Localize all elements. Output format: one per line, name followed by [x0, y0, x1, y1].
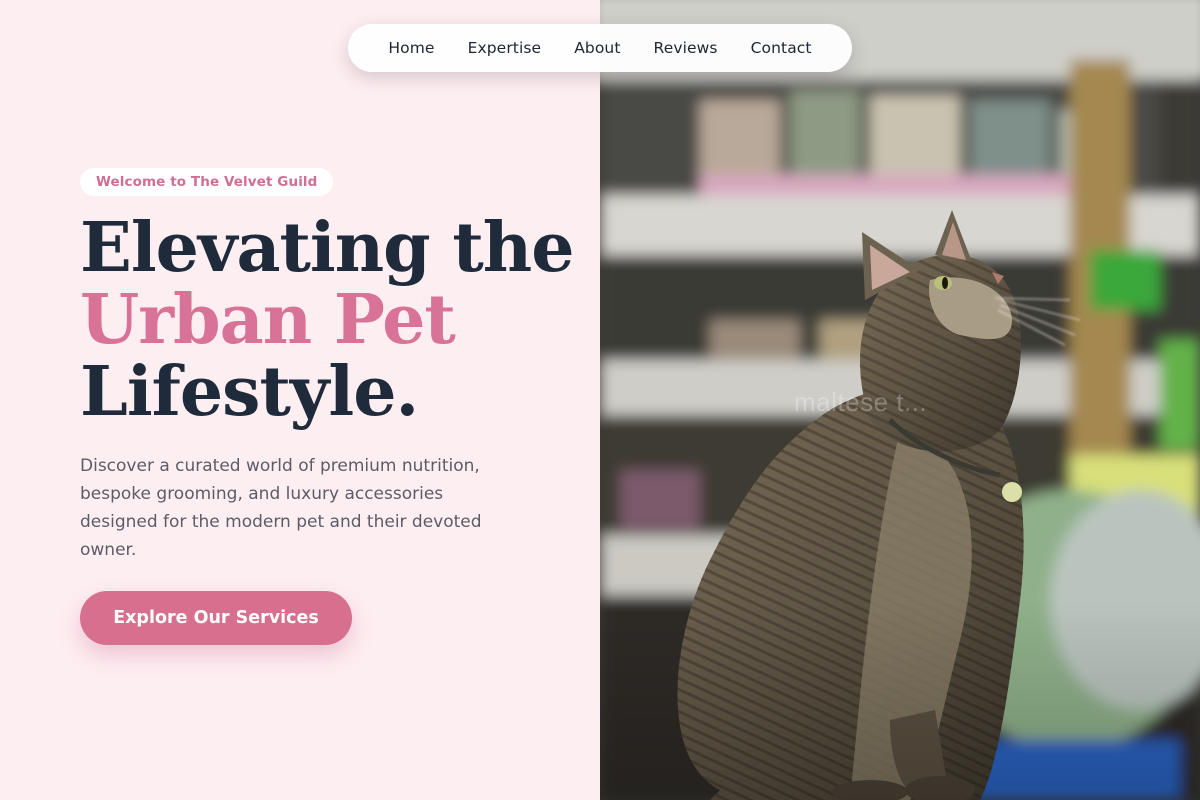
nav-expertise[interactable]: Expertise — [468, 39, 542, 57]
hero-left-panel: Welcome to The Velvet Guild Elevating th… — [0, 0, 600, 800]
main-navigation: Home Expertise About Reviews Contact — [348, 24, 852, 72]
welcome-badge-label: Welcome to The Velvet Guild — [96, 174, 318, 190]
hero-headline: Elevating the Urban Pet Lifestyle. — [80, 208, 575, 432]
nav-about[interactable]: About — [574, 39, 620, 57]
image-watermark: maltese t... — [794, 387, 928, 417]
nav-contact[interactable]: Contact — [751, 39, 812, 57]
nav-home[interactable]: Home — [388, 39, 434, 57]
headline-line-1: Elevating the — [80, 208, 575, 288]
nav-reviews[interactable]: Reviews — [654, 39, 718, 57]
hero-description: Discover a curated world of premium nutr… — [80, 456, 482, 560]
headline-line-2-accent: Urban Pet — [80, 280, 456, 360]
welcome-badge: Welcome to The Velvet Guild — [80, 168, 334, 196]
explore-services-button[interactable]: Explore Our Services — [80, 591, 352, 645]
headline-line-3: Lifestyle. — [80, 352, 419, 432]
